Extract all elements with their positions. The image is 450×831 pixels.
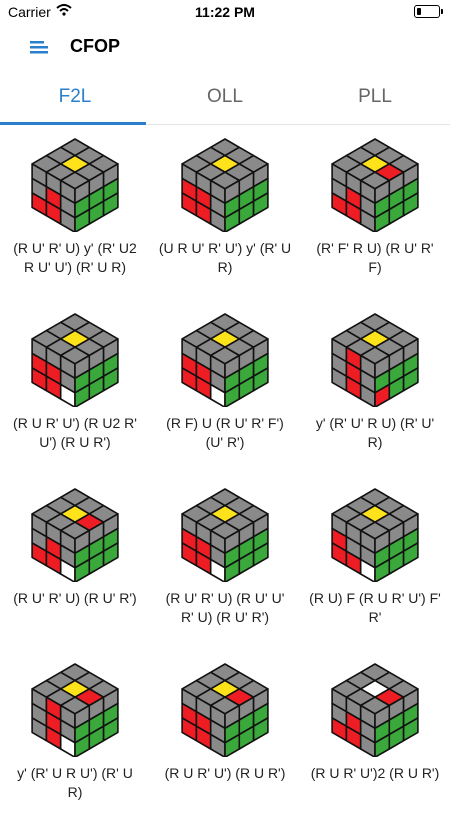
- algorithm-text: (R U R' U') (R U2 R' U') (R U R'): [13, 415, 137, 450]
- algorithm-text: (R U R' U') (R U R'): [164, 765, 286, 781]
- cube-diagram: [31, 138, 119, 232]
- algorithm-card[interactable]: y' (R' U R U') (R' U R): [0, 661, 150, 831]
- battery-icon: [414, 5, 443, 18]
- cube-diagram: [31, 488, 119, 582]
- cube-diagram: [331, 663, 419, 757]
- algorithm-card[interactable]: (R U' R' U) (R U' U' R' U) (R U' R'): [150, 486, 300, 656]
- cube-diagram: [181, 138, 269, 232]
- tab-pll[interactable]: PLL: [300, 72, 450, 122]
- algorithm-text: (R F) U (R U' R' F') (U' R'): [166, 415, 284, 450]
- cube-diagram: [331, 488, 419, 582]
- algorithm-text: (R' F' R U) (R U' R' F): [316, 240, 434, 275]
- app-title: CFOP: [70, 36, 121, 56]
- app-bar: CFOP: [0, 24, 450, 70]
- status-bar: Carrier 11:22 PM: [0, 0, 450, 24]
- algorithm-text: (R U' R' U) (R U' U' R' U) (R U' R'): [165, 590, 285, 625]
- algorithm-card[interactable]: y' (R' U' R U) (R' U' R): [300, 311, 450, 481]
- algorithm-card[interactable]: (R F) U (R U' R' F') (U' R'): [150, 311, 300, 481]
- tab-f2l[interactable]: F2L: [0, 72, 150, 122]
- algorithm-text: (R U' R' U) y' (R' U2 R U' U') (R' U R): [13, 240, 137, 275]
- tab-oll[interactable]: OLL: [150, 72, 300, 122]
- algorithm-card[interactable]: (U R U' R' U') y' (R' U R): [150, 136, 300, 306]
- algorithm-card[interactable]: (R U) F (R U R' U') F' R': [300, 486, 450, 656]
- algorithm-text: (U R U' R' U') y' (R' U R): [158, 240, 292, 275]
- cube-diagram: [31, 663, 119, 757]
- algorithm-text: y' (R' U R U') (R' U R): [17, 765, 133, 800]
- algorithm-card[interactable]: (R U R' U') (R U2 R' U') (R U R'): [0, 311, 150, 481]
- cube-diagram: [331, 138, 419, 232]
- cube-diagram: [181, 663, 269, 757]
- algorithm-text: (R U R' U')2 (R U R'): [310, 765, 440, 781]
- algorithm-card[interactable]: (R U R' U') (R U R'): [150, 661, 300, 831]
- status-time: 11:22 PM: [195, 4, 255, 20]
- cube-diagram: [331, 313, 419, 407]
- algorithm-card[interactable]: (R U' R' U) y' (R' U2 R U' U') (R' U R): [0, 136, 150, 306]
- cube-diagram: [31, 313, 119, 407]
- algorithm-text: (R U) F (R U R' U') F' R': [309, 590, 441, 625]
- algorithm-text: y' (R' U' R U) (R' U' R): [315, 415, 435, 450]
- algorithm-card[interactable]: (R U R' U')2 (R U R'): [300, 661, 450, 831]
- algorithm-card[interactable]: (R' F' R U) (R U' R' F): [300, 136, 450, 306]
- active-tab-indicator: [0, 122, 146, 125]
- cube-diagram: [181, 488, 269, 582]
- algorithm-text: (R U' R' U) (R U' R'): [13, 590, 137, 606]
- algorithm-card[interactable]: (R U' R' U) (R U' R'): [0, 486, 150, 656]
- cube-diagram: [181, 313, 269, 407]
- tab-bar: F2L OLL PLL: [0, 72, 450, 125]
- menu-icon[interactable]: [26, 34, 52, 60]
